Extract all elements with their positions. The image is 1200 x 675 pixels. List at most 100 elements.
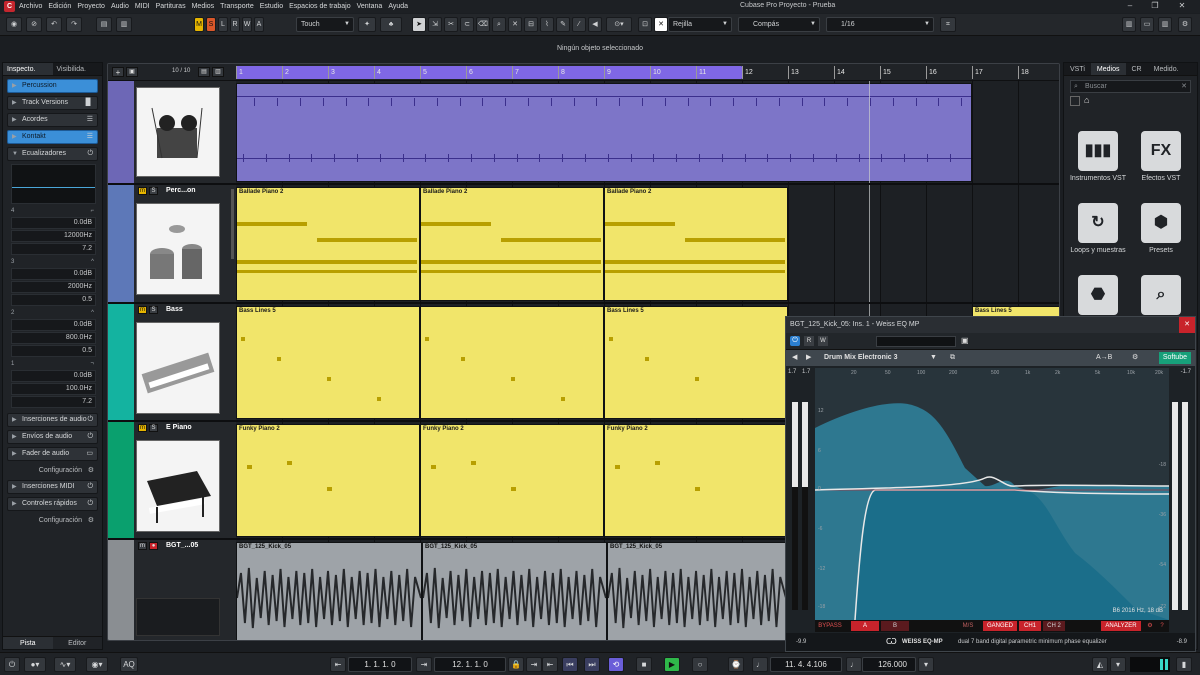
redo-icon[interactable]: ↷ <box>66 17 82 32</box>
comp-tool-icon[interactable]: ⊟ <box>524 17 538 32</box>
acoustic-feedback-icon[interactable]: ⊙▾ <box>606 17 632 32</box>
cubase-logo-icon[interactable]: C <box>4 1 15 12</box>
write-automation-icon[interactable]: W <box>818 336 828 346</box>
b-button[interactable]: B <box>881 621 909 631</box>
menu-archivo[interactable]: Archivo <box>19 3 42 10</box>
tab-visibility[interactable]: Visibilida. <box>53 63 103 75</box>
record-icon[interactable]: ○ <box>692 657 708 672</box>
menu-estudio[interactable]: Estudio <box>260 3 283 10</box>
maximize-icon[interactable]: ❐ <box>1145 0 1165 13</box>
section-quick-controls[interactable]: ▶ Controles rápidos ⏻ <box>7 497 98 511</box>
ganged-button[interactable]: GANGED <box>983 621 1017 631</box>
project-cursor[interactable] <box>869 185 870 302</box>
eq-band-2-gain[interactable]: 0.0dB <box>11 319 96 331</box>
eq-band-4-q[interactable]: 7.2 <box>11 243 96 255</box>
automation-all-button[interactable]: A <box>254 17 264 32</box>
epiano-part-2[interactable]: Funky Piano 2 <box>420 424 604 537</box>
punch-in-icon[interactable]: ⇥ <box>526 657 542 672</box>
ab-compare-icon[interactable]: A→B <box>1096 350 1112 366</box>
constrain-delay-icon[interactable]: ⊘ <box>26 17 42 32</box>
tempo-menu-icon[interactable]: ▾ <box>918 657 934 672</box>
right-zone-icon[interactable]: ▥ <box>1158 17 1172 32</box>
track-solo-button[interactable]: S <box>149 187 158 195</box>
eq-band-4-freq[interactable]: 12000Hz <box>11 230 96 242</box>
lock-icon[interactable]: 🔒 <box>508 657 524 672</box>
right-locator[interactable]: 12. 1. 1. 0 <box>434 657 506 672</box>
analyzer-button[interactable]: ANALYZER <box>1101 621 1141 631</box>
record-mode-icon[interactable]: ●▾ <box>24 657 46 672</box>
listen-button[interactable]: L <box>218 17 228 32</box>
menu-ayuda[interactable]: Ayuda <box>388 3 408 10</box>
track-mute-button[interactable]: m <box>138 187 147 195</box>
home-icon[interactable]: ⌂ <box>1084 95 1089 105</box>
track-epiano[interactable]: mS E Piano <box>108 422 236 540</box>
track-record-button[interactable]: ● <box>149 542 158 550</box>
menu-midi[interactable]: MIDI <box>135 3 150 10</box>
section-audio-fader[interactable]: ▶ Fader de audio ▭ <box>7 447 98 461</box>
show-lower-zone-icon[interactable]: ▥ <box>116 17 132 32</box>
track-drumkit[interactable] <box>108 81 236 185</box>
ms-button[interactable]: M/S <box>953 621 983 631</box>
left-locator[interactable]: 1. 1. 1. 0 <box>348 657 412 672</box>
play-icon[interactable]: ▶ <box>664 657 680 672</box>
metronome-icon[interactable]: ◭ <box>1092 657 1108 672</box>
eq-band-3-freq[interactable]: 2000Hz <box>11 281 96 293</box>
help-icon[interactable]: ? <box>1157 621 1167 631</box>
audio-event-3[interactable]: BGT_125_Kick_05 <box>607 542 787 640</box>
line-tool-icon[interactable]: ⁄ <box>572 17 586 32</box>
project-cursor[interactable] <box>869 81 870 183</box>
go-to-right-locator-icon[interactable]: ⇥ <box>416 657 432 672</box>
previous-marker-icon[interactable]: ⏮ <box>562 657 578 672</box>
eq-band-2-freq[interactable]: 800.0Hz <box>11 332 96 344</box>
section-chords[interactable]: ▶ Acordes ☰ <box>7 113 98 127</box>
track-percussion[interactable]: mS Perc...on <box>108 185 236 304</box>
plugin-title-bar[interactable]: BGT_125_Kick_05: Ins. 1 - Weiss EQ MP ✕ <box>786 317 1195 333</box>
preset-menu-icon[interactable]: ▼ <box>930 350 937 366</box>
mute-all-button[interactable]: M <box>194 17 204 32</box>
media-tile-browse[interactable]: ⌕ <box>1131 275 1191 315</box>
range-tool-icon[interactable]: ⇲ <box>428 17 442 32</box>
menu-medios[interactable]: Medios <box>192 3 215 10</box>
peak-icon[interactable]: ^ <box>91 308 94 318</box>
write-button[interactable]: W <box>242 17 252 32</box>
track-solo-button[interactable]: S <box>149 424 158 432</box>
checkbox[interactable] <box>1070 96 1080 106</box>
setup-window-layout-icon[interactable]: ⚙ <box>1178 17 1192 32</box>
media-tile-user[interactable]: ⬣ <box>1068 275 1128 315</box>
piano-part-3[interactable]: Ballade Piano 2 <box>604 187 788 301</box>
solo-all-button[interactable]: S <box>206 17 216 32</box>
tab-media[interactable]: Medios <box>1090 63 1126 75</box>
tab-inspector[interactable]: Inspecto. <box>3 63 53 75</box>
bypass-button[interactable]: BYPASS <box>815 621 845 631</box>
prev-preset-icon[interactable]: ◀ <box>792 350 797 366</box>
track-bass[interactable]: mS Bass <box>108 304 236 422</box>
copy-icon[interactable]: ⧉ <box>950 350 955 366</box>
lane-drumkit[interactable] <box>236 81 1059 185</box>
section-audio-inserts[interactable]: ▶ Inserciones de audio ⏻ <box>7 413 98 427</box>
track-name[interactable]: E Piano <box>166 424 192 431</box>
mute-tool-icon[interactable]: ✕ <box>508 17 522 32</box>
a-button[interactable]: A <box>851 621 879 631</box>
eq-band-1-gain[interactable]: 0.0dB <box>11 370 96 382</box>
eq-band-1-freq[interactable]: 100.0Hz <box>11 383 96 395</box>
audio-icon[interactable]: ∿▾ <box>54 657 76 672</box>
eq-band-4-gain[interactable]: 0.0dB <box>11 217 96 229</box>
menu-edicion[interactable]: Edición <box>48 3 71 10</box>
inspector-track-percussion[interactable]: ▶ Percussion <box>7 79 98 93</box>
track-mute-button[interactable]: m <box>138 306 147 314</box>
drum-part[interactable] <box>236 83 972 182</box>
track-mute-button[interactable]: m <box>138 424 147 432</box>
bass-part-2[interactable] <box>420 306 604 419</box>
split-tool-icon[interactable]: ✂ <box>444 17 458 32</box>
menu-espacios[interactable]: Espacios de trabajo <box>289 3 350 10</box>
zoom-tool-icon[interactable]: ⌕ <box>492 17 506 32</box>
settings-icon[interactable]: ⚙ <box>1132 350 1138 366</box>
snap-type-select[interactable]: Rejilla ▼ <box>668 17 732 32</box>
punch-out-icon[interactable]: ⇤ <box>542 657 558 672</box>
automation-mode-select[interactable]: Touch ▼ <box>296 17 354 32</box>
glue-tool-icon[interactable]: ⊂ <box>460 17 474 32</box>
position-display[interactable]: 11. 4. 4.106 <box>770 657 842 672</box>
analyzer-settings-icon[interactable]: ⚙ <box>1145 621 1155 631</box>
epiano-part-3[interactable]: Funky Piano 2 <box>604 424 788 537</box>
close-icon[interactable]: ✕ <box>1179 317 1195 333</box>
